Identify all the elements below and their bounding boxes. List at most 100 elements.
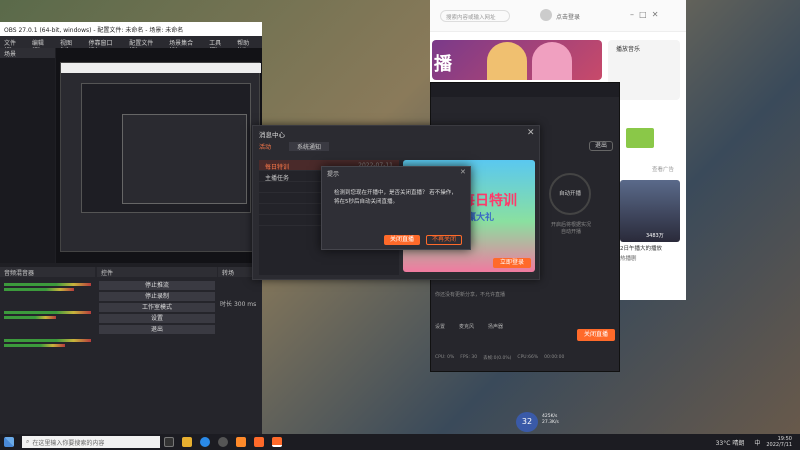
confirm-line-1: 检测到您现在开播中，是否关闭直播？ 若不操作， [334, 190, 457, 196]
obs-taskbar-icon[interactable] [218, 437, 228, 447]
stat-cpu: CPU: 0% [435, 355, 455, 360]
confirm-title-bar: 提示 ✕ [322, 167, 470, 179]
menu-edit[interactable]: 编辑(E) [32, 38, 52, 54]
maximize-icon: □ [639, 10, 647, 19]
windows-start-icon[interactable] [4, 437, 14, 447]
taskbar-search-input[interactable]: ⌕ 在这里输入你要搜索的内容 [22, 436, 160, 448]
app-taskbar-icon[interactable] [254, 437, 264, 447]
mixer-meter-1 [4, 283, 91, 286]
list-item-title: 每日特训 [265, 164, 290, 171]
audio-mixer: 音频混音器 [0, 267, 95, 434]
ime-indicator[interactable]: 中 [754, 438, 760, 447]
auto-start-desc-2: 自动开播 [560, 229, 581, 235]
menu-tools[interactable]: 工具(T) [209, 38, 229, 54]
settings-button[interactable]: 设置 [99, 314, 215, 323]
confirm-cancel-button[interactable]: 不再关闭 [426, 235, 462, 245]
microphone-label[interactable]: 麦克风 [459, 323, 474, 343]
video-thumbnail[interactable]: 3483万 [620, 180, 680, 242]
controls-header: 控件 [97, 267, 217, 277]
mixer-meter-2[interactable] [4, 288, 74, 291]
stream-hint: 你还没有更新分享，不允许直播 [435, 292, 506, 298]
studio-mode-button[interactable]: 工作室模式 [99, 303, 215, 312]
stream-app-taskbar-icon[interactable] [236, 437, 246, 447]
window-controls[interactable]: – □ ✕ [630, 10, 658, 19]
browser-toolbar: 搜索内容或输入网址 点击登录 – □ ✕ [430, 0, 686, 32]
close-icon[interactable]: ✕ [527, 128, 535, 138]
close-stream-button[interactable]: 关闭直播 [577, 329, 615, 341]
mixer-meter-3 [4, 311, 91, 314]
file-explorer-icon[interactable] [182, 437, 192, 447]
obs-preview[interactable] [56, 48, 262, 263]
speaker-label[interactable]: 扬声器 [488, 323, 503, 343]
mixer-meter-4[interactable] [4, 316, 57, 319]
message-center-title-text: 消息中心 [259, 131, 285, 139]
nested-preview-innermost [122, 114, 247, 204]
confirm-title: 提示 [327, 171, 340, 178]
obs-title: OBS 27.0.1 (64-bit, windows) - 配置文件: 未命名… [4, 27, 184, 34]
stat-time: 00:00:00 [544, 355, 565, 360]
stop-recording-button[interactable]: 停止录制 [99, 292, 215, 301]
stat-cpu2: CPU:66% [517, 355, 539, 360]
close-icon: ✕ [651, 10, 659, 19]
confirm-dialog: 提示 ✕ 检测到您现在开播中，是否关闭直播？ 若不操作， 将在5秒后自动关闭直播… [321, 166, 471, 250]
nested-title [61, 63, 261, 73]
tab-system[interactable]: 系统通知 [289, 142, 330, 151]
login-link[interactable]: 点击登录 [556, 12, 580, 21]
transition-dock: 转场 时长 300 ms [218, 267, 262, 434]
video-caption[interactable]: 2日午播大的播放 [620, 244, 662, 252]
video-views: 3483万 [646, 233, 664, 239]
tab-activity[interactable]: 活动 [259, 142, 271, 151]
anime-character-image [487, 42, 527, 80]
mixer-meter-5 [4, 339, 91, 342]
taskbar-search-text: 在这里输入你要搜索的内容 [32, 439, 105, 447]
promo-login-button[interactable]: 立即登录 [493, 258, 531, 268]
menu-docks[interactable]: 停靠窗口(D) [88, 38, 121, 54]
mixer-meter-6[interactable] [4, 344, 65, 347]
message-center-tabs: 活动 系统通知 [259, 142, 330, 151]
menu-file[interactable]: 文件(F) [4, 38, 24, 54]
speed-value: 32 [521, 417, 533, 426]
clock-date: 2022/7/11 [766, 442, 792, 448]
anime-character-image-2 [532, 42, 572, 80]
live-banner-text: 播 [434, 54, 452, 75]
edge-icon[interactable] [200, 437, 210, 447]
music-card-label: 播放音乐 [616, 46, 641, 53]
avatar[interactable] [540, 9, 552, 21]
confirm-message: 检测到您现在开播中，是否关闭直播？ 若不操作， 将在5秒后自动关闭直播。 [322, 179, 470, 207]
stream-settings-label[interactable]: 设置 [435, 323, 445, 343]
exit-button[interactable]: 退出 [99, 325, 215, 334]
menu-view[interactable]: 视图(V) [60, 38, 80, 54]
browser-search-input[interactable]: 搜索内容或输入网址 [440, 10, 510, 22]
speed-down: 27.3K/s [542, 420, 559, 425]
scenes-panel: 场景 [0, 48, 55, 263]
video-sub: 热播剧 [620, 256, 637, 262]
live-banner[interactable]: 播 [432, 40, 602, 80]
auto-start-circle[interactable]: 自动开播 [549, 173, 591, 215]
stream-stats: CPU: 0% FPS: 30 丢帧:0(0.0%) CPU:66% 00:00… [431, 355, 619, 367]
weather[interactable]: 33°C 晴朗 [716, 438, 745, 447]
menu-profile[interactable]: 配置文件(P) [129, 38, 161, 54]
stop-streaming-button[interactable]: 停止推流 [99, 281, 215, 290]
clock[interactable]: 19:50 2022/7/11 [766, 436, 792, 448]
ad-label: 查看广告 [652, 167, 675, 173]
menu-scene-collection[interactable]: 场景集合(S) [169, 38, 201, 54]
obs-menu-bar: 文件(F) 编辑(E) 视图(V) 停靠窗口(D) 配置文件(P) 场景集合(S… [0, 36, 262, 54]
taskbar: ⌕ 在这里输入你要搜索的内容 33°C 晴朗 中 19:50 2022/7/11 [0, 434, 800, 450]
duration-value[interactable]: 300 ms [234, 301, 256, 308]
speed-widget[interactable]: 32 [516, 412, 538, 432]
search-icon: ⌕ [26, 438, 30, 445]
mixer-header: 音频混音器 [0, 267, 95, 277]
stream-title-bar [431, 83, 619, 97]
green-icon[interactable] [626, 128, 654, 148]
minimize-icon: – [630, 10, 634, 19]
menu-help[interactable]: 帮助(H) [237, 38, 258, 54]
close-icon[interactable]: ✕ [460, 168, 466, 176]
auto-start-text: 自动开播 [558, 191, 581, 197]
exit-stream-button[interactable]: 退出 [589, 141, 613, 151]
nested-preview-inner [81, 83, 251, 213]
active-app-taskbar-icon[interactable] [272, 437, 282, 447]
controls-dock: 控件 停止推流 停止录制 工作室模式 设置 退出 [97, 267, 217, 434]
obs-title-bar[interactable]: OBS 27.0.1 (64-bit, windows) - 配置文件: 未命名… [0, 22, 262, 36]
task-view-icon[interactable] [164, 437, 174, 447]
confirm-close-stream-button[interactable]: 关闭直播 [384, 235, 420, 245]
